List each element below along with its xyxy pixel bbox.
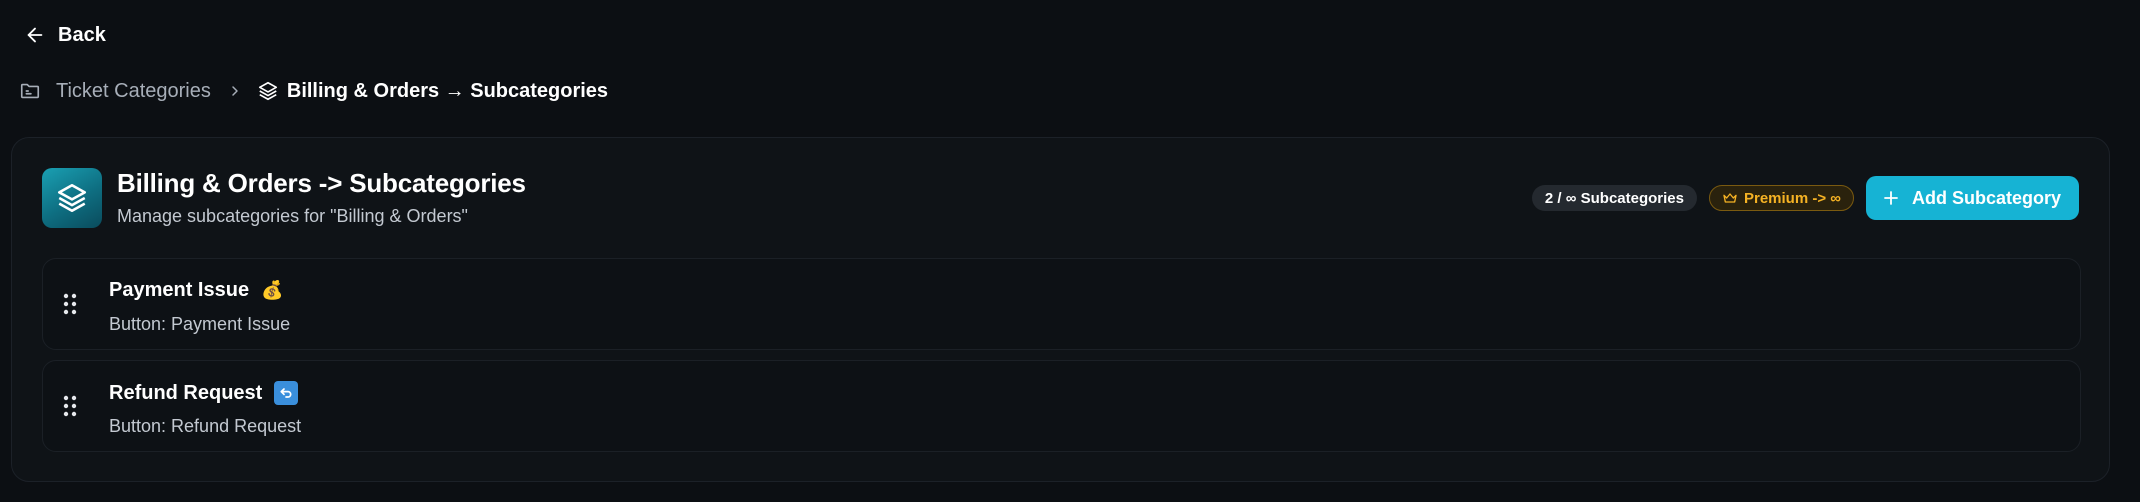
breadcrumb-current: Billing & Orders → Subcategories: [286, 79, 609, 102]
subcategory-name: Refund Request: [109, 381, 263, 404]
drag-handle-icon[interactable]: [63, 395, 77, 417]
subcategory-title: Refund Request: [109, 381, 299, 405]
page-title: Billing & Orders -> Subcategories: [117, 168, 526, 198]
add-subcategory-label: Add Subcategory: [1911, 187, 2061, 208]
arrow-left-icon: [27, 27, 43, 43]
subcategory-button-label: Button: Payment Issue: [109, 314, 291, 334]
subcategories-panel: Billing & Orders -> Subcategories Manage…: [11, 137, 2110, 482]
drag-handle-icon[interactable]: [63, 293, 77, 315]
subcategory-name: Payment Issue: [109, 279, 250, 301]
layers-icon: [257, 80, 279, 102]
back-button[interactable]: Back: [24, 20, 106, 50]
subcategory-count-badge: 2 / ∞ Subcategories: [1531, 185, 1697, 211]
header-actions: 2 / ∞ Subcategories Premium -> ∞ Add Sub…: [1531, 176, 2079, 220]
breadcrumb-link-ticket-categories[interactable]: Ticket Categories: [56, 80, 211, 103]
premium-badge: Premium -> ∞: [1708, 185, 1854, 211]
subcategory-list: Payment Issue 💰 Button: Payment Issue Re…: [42, 258, 2081, 462]
page-subtitle: Manage subcategories for "Billing & Orde…: [117, 206, 468, 226]
subcategory-button-label: Button: Refund Request: [109, 416, 302, 436]
premium-badge-label: Premium -> ∞: [1743, 189, 1841, 207]
plus-icon: [1884, 191, 1898, 205]
back-label: Back: [58, 23, 106, 46]
subcategory-title: Payment Issue 💰: [109, 279, 284, 302]
return-arrow-icon: [274, 381, 299, 405]
subcategory-item[interactable]: Refund Request Button: Refund Request: [42, 360, 2081, 452]
breadcrumb: Ticket Categories Billing & Orders → Sub…: [19, 76, 608, 106]
subcategory-item[interactable]: Payment Issue 💰 Button: Payment Issue: [42, 258, 2081, 350]
chevron-right-icon: [227, 83, 243, 99]
add-subcategory-button[interactable]: Add Subcategory: [1865, 176, 2079, 220]
money-bag-icon: 💰: [261, 280, 284, 300]
layers-icon: [42, 168, 102, 228]
folder-icon: [19, 80, 41, 102]
crown-icon: [1723, 193, 1737, 203]
